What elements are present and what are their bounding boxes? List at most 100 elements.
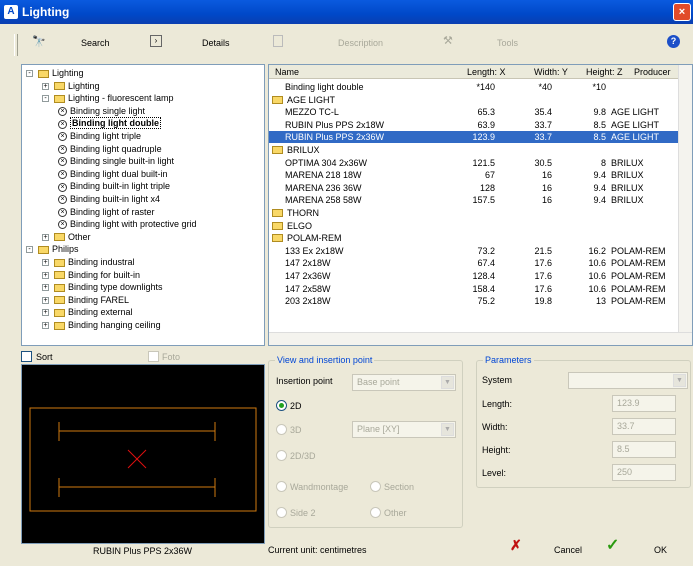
cell-width: 33.7 (534, 132, 552, 143)
help-icon[interactable]: ? (667, 35, 680, 48)
toolbar-grip[interactable] (14, 34, 18, 56)
col-length[interactable]: Length: X (467, 67, 506, 77)
cell-producer: POLAM-REM (611, 296, 666, 307)
description-icon (273, 35, 283, 47)
tree-item-label: Binding light double (70, 117, 161, 130)
cell-width: 17.6 (534, 258, 552, 269)
table-row[interactable]: 147 2x18W 67.4 17.6 10.6 POLAM-REM (269, 257, 679, 269)
vertical-scrollbar[interactable] (678, 65, 692, 333)
lamp-icon: × (58, 106, 67, 116)
close-button[interactable]: × (673, 3, 691, 21)
lamp-icon: × (58, 182, 67, 192)
cell-length: 65.3 (477, 107, 495, 118)
open-folder-icon (272, 209, 283, 217)
window-title: Lighting (22, 5, 70, 19)
tree-item-label: Binding industral (68, 257, 135, 267)
producer-group-row[interactable]: ELGO (269, 220, 679, 232)
category-tree[interactable]: - Lighting + Lighting - Lighting - fluorescen… (21, 64, 265, 346)
open-folder-icon (272, 234, 283, 243)
binoculars-icon[interactable]: 🔭 (32, 35, 46, 48)
cell-producer: BRILUX (611, 182, 644, 193)
tree-item-label: Binding single built-in light (70, 156, 175, 167)
col-height[interactable]: Height: Z (586, 67, 623, 77)
table-row[interactable]: MEZZO TC-L 65.3 35.4 9.8 AGE LIGHT (269, 106, 679, 118)
col-name[interactable]: Name (275, 67, 299, 77)
producer-group-row[interactable]: THORN (269, 207, 679, 219)
cell-name: 133 Ex 2x18W (285, 245, 344, 256)
table-row[interactable]: 203 2x18W 75.2 19.8 13 POLAM-REM (269, 295, 679, 307)
ok-icon[interactable]: ✓ (606, 535, 619, 555)
radio-2d[interactable] (276, 400, 287, 411)
cell-width: 21.5 (534, 245, 552, 256)
tree-item-content: Binding for built-in (54, 270, 140, 281)
producer-group-row[interactable]: BRILUX (269, 144, 679, 156)
product-table[interactable]: Name Length: X Width: Y Height: Z Produc… (268, 64, 693, 346)
details-button[interactable]: Details (202, 38, 230, 48)
radio-other (370, 507, 381, 518)
cell-producer: AGE LIGHT (611, 119, 660, 130)
table-row[interactable]: 147 2x58W 158.4 17.6 10.6 POLAM-REM (269, 283, 679, 295)
table-row[interactable]: RUBIN Plus PPS 2x18W 63.9 33.7 8.5 AGE LIGHT (269, 119, 679, 131)
table-row[interactable]: 133 Ex 2x18W 73.2 21.5 16.2 POLAM-REM (269, 245, 679, 257)
app-icon: A (4, 5, 18, 19)
expand-icon[interactable]: + (42, 284, 49, 292)
expand-icon[interactable]: + (42, 259, 49, 266)
collapse-icon[interactable]: - (42, 95, 49, 103)
cell-producer: POLAM-REM (611, 283, 666, 294)
cell-name: 147 2x58W (285, 283, 331, 294)
cell-length: 75.2 (477, 296, 495, 307)
group-name: AGE LIGHT (287, 94, 336, 105)
height-field: 8.5 (612, 441, 676, 458)
table-row[interactable]: OPTIMA 304 2x36W 121.5 30.5 8 BRILUX (269, 157, 679, 169)
collapse-icon[interactable]: - (26, 246, 33, 254)
producer-group-row[interactable]: POLAM-REM (269, 232, 679, 244)
sort-checkbox[interactable] (21, 351, 32, 362)
folder-icon (54, 233, 65, 242)
table-row[interactable]: RUBIN Plus PPS 2x36W 123.9 33.7 8.5 AGE LIGH… (269, 131, 679, 144)
expand-icon[interactable]: + (42, 271, 49, 279)
cell-height: 8 (600, 157, 606, 168)
collapse-icon[interactable]: - (26, 70, 33, 77)
table-row[interactable]: MARENA 236 36W 128 16 9.4 BRILUX (269, 182, 679, 194)
cell-height: 10.6 (588, 271, 606, 281)
col-producer[interactable]: Producer (634, 67, 671, 77)
tree-item-label: Binding FAREL (68, 294, 130, 305)
chevron-down-icon: ▼ (441, 423, 454, 436)
table-row[interactable]: MARENA 258 58W 157.5 16 9.4 BRILUX (269, 194, 679, 206)
cell-length: 121.5 (472, 157, 495, 168)
radio-wandmontage (276, 481, 287, 492)
sort-label: Sort (36, 352, 53, 362)
expand-icon[interactable]: + (42, 296, 49, 304)
tree-item-content: Other (54, 232, 91, 243)
width-label: Width: (482, 422, 508, 432)
tree-item-content: Binding industral (54, 257, 135, 268)
cell-length: 158.4 (472, 283, 495, 294)
cancel-icon[interactable]: ✗ (510, 537, 522, 554)
tree-item-content: × Binding light of raster (58, 207, 155, 218)
ok-button[interactable]: OK (654, 545, 667, 555)
producer-group-row[interactable]: AGE LIGHT (269, 94, 679, 106)
expand-icon[interactable]: + (42, 233, 49, 241)
open-folder-icon (272, 221, 283, 230)
tree-item-content: Binding type downlights (54, 282, 163, 293)
search-button[interactable]: Search (81, 38, 110, 48)
horizontal-scrollbar[interactable] (269, 332, 692, 345)
col-width[interactable]: Width: Y (534, 67, 568, 77)
table-row[interactable]: Binding light double *140 *40 *10 (269, 81, 679, 93)
tools-icon: ⚒ (443, 35, 453, 47)
folder-icon (54, 321, 65, 330)
table-row[interactable]: MARENA 218 18W 67 16 9.4 BRILUX (269, 169, 679, 181)
cancel-button[interactable]: Cancel (554, 545, 582, 555)
folder-icon (38, 246, 49, 255)
expand-icon[interactable]: + (42, 82, 49, 90)
expand-icon[interactable]: + (42, 309, 49, 317)
table-row[interactable]: 147 2x36W 128.4 17.6 10.6 POLAM-REM (269, 270, 679, 282)
tree-item-label: Lighting - fluorescent lamp (68, 93, 174, 104)
details-icon[interactable]: › (150, 35, 162, 47)
cell-length: 128 (479, 182, 495, 193)
tree-item-label: Binding light of raster (70, 206, 155, 217)
insertion-point-value: Base point (357, 377, 400, 387)
description-button: Description (338, 38, 384, 48)
expand-icon[interactable]: + (42, 322, 49, 329)
tree-item-label: Binding light dual built-in (70, 168, 168, 179)
